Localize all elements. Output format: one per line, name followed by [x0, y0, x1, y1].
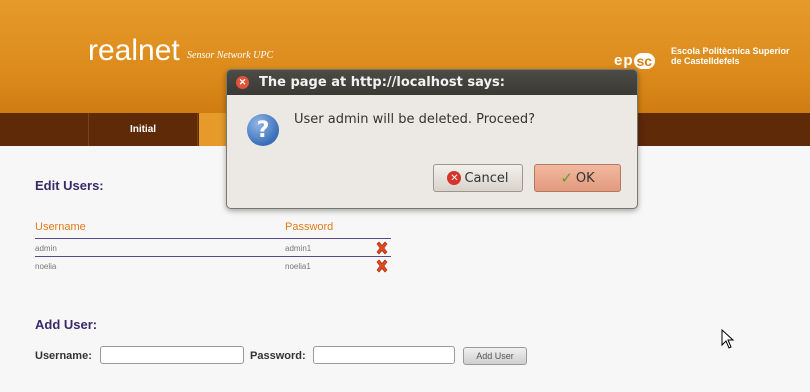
cancel-icon: ✕ [447, 171, 462, 185]
nav-item-initial[interactable]: Initial [88, 113, 198, 146]
school-name-line1: Escola Politècnica Superior [671, 46, 790, 56]
password-input[interactable] [313, 346, 455, 364]
edit-users-heading: Edit Users: [35, 178, 104, 193]
username-label: Username: [35, 350, 92, 362]
add-user-button[interactable]: Add User [463, 347, 527, 365]
brand-logo: realnet [88, 34, 180, 67]
ok-button[interactable]: ✓ OK [534, 164, 621, 192]
close-icon[interactable]: ✕ [236, 76, 249, 89]
cancel-button-label: Cancel [464, 170, 509, 186]
row-password: noelia1 [285, 262, 311, 271]
delete-icon[interactable] [375, 241, 389, 255]
question-icon: ? [247, 114, 279, 146]
column-header-username: Username [35, 221, 86, 233]
cancel-button[interactable]: ✕ Cancel [433, 164, 523, 192]
table-divider [35, 238, 391, 239]
epsc-logo: e p sc [614, 52, 656, 69]
table-row: noelia noelia1 [35, 259, 391, 273]
check-icon: ✓ [560, 169, 573, 187]
dialog-title: The page at http://localhost says: [259, 75, 505, 90]
row-username: noelia [35, 262, 57, 271]
table-divider [35, 256, 391, 257]
brand-subtitle: Sensor Network UPC [187, 50, 274, 61]
nav-item-active[interactable] [199, 113, 227, 146]
row-username: admin [35, 244, 57, 253]
row-password: admin1 [285, 244, 312, 253]
dialog-message: User admin will be deleted. Proceed? [294, 112, 536, 127]
delete-icon[interactable] [375, 259, 389, 273]
add-user-heading: Add User: [35, 317, 98, 332]
logo-letter-p: p [623, 52, 633, 69]
logo-letter-e: e [614, 52, 623, 69]
username-input[interactable] [100, 346, 244, 364]
mouse-cursor-icon [721, 329, 735, 349]
table-row: admin admin1 [35, 241, 391, 255]
confirm-dialog: ✕ The page at http://localhost says: ? U… [226, 69, 638, 209]
password-label: Password: [250, 350, 306, 362]
dialog-titlebar: ✕ The page at http://localhost says: [227, 70, 637, 95]
school-name-line2: de Castelldefels [671, 56, 740, 66]
logo-letters-sc: sc [633, 52, 656, 69]
column-header-password: Password [285, 221, 334, 233]
ok-button-label: OK [575, 170, 595, 186]
school-name: Escola Politècnica Superior de Castellde… [671, 46, 810, 66]
